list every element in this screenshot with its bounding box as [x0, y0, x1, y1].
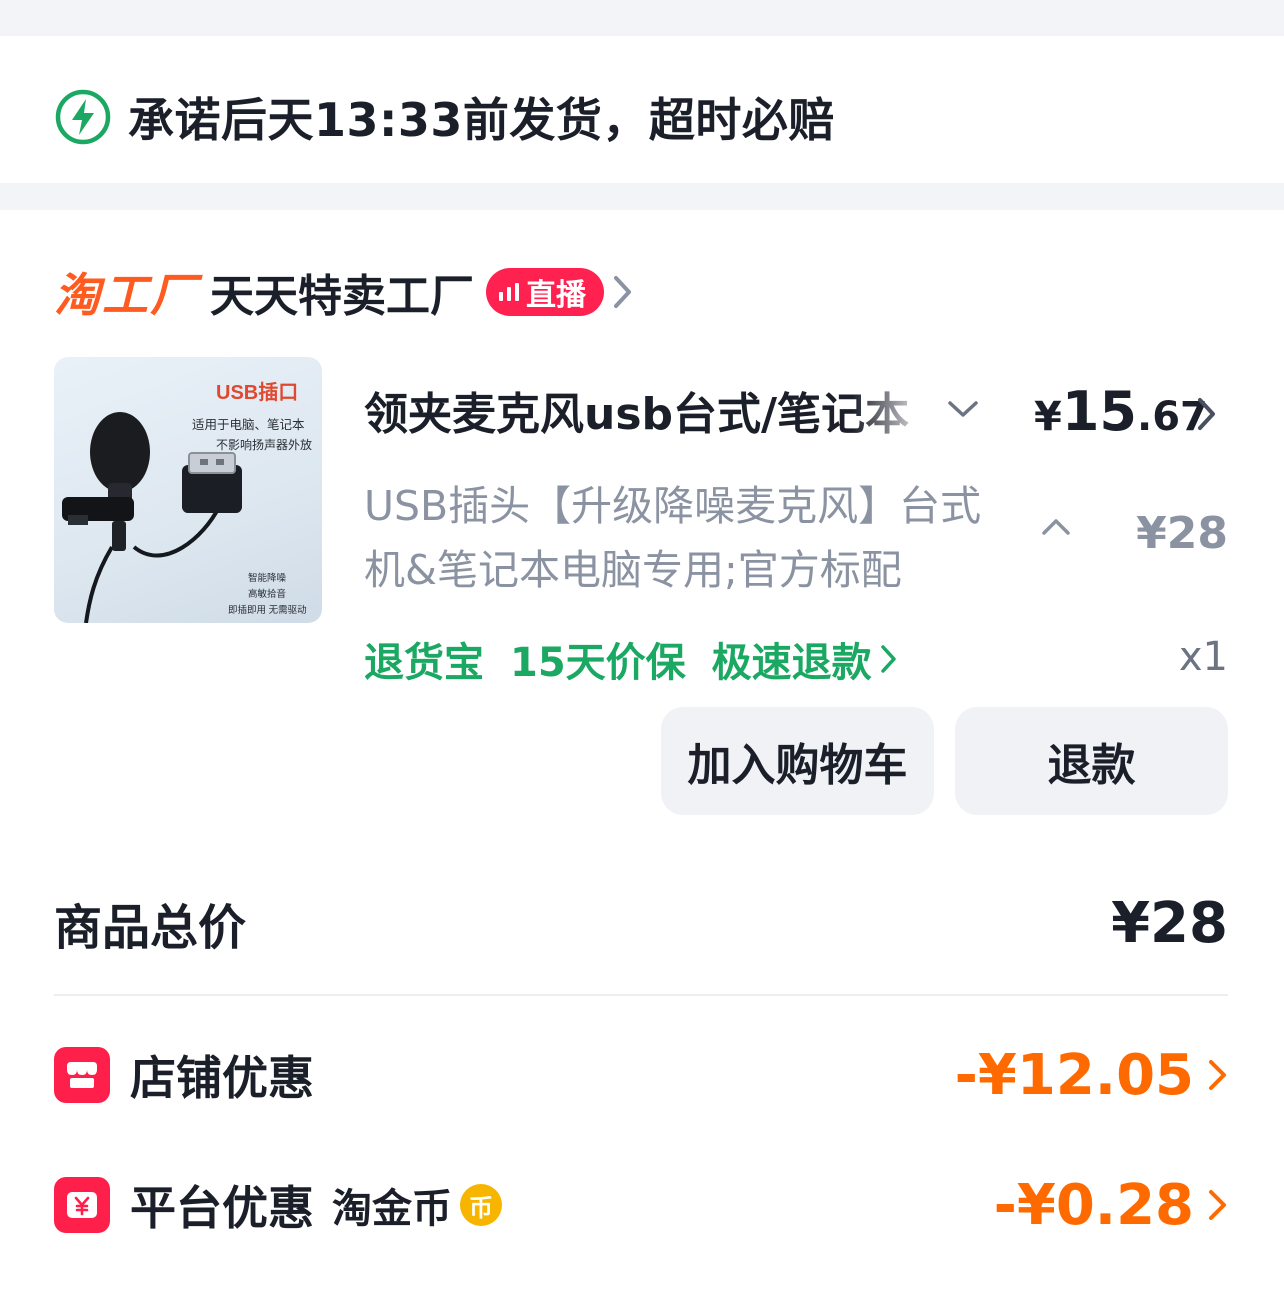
platform-discount-row[interactable]: 平台优惠 淘金币 币 -¥0.28: [54, 1172, 1228, 1238]
lightning-icon: [55, 89, 111, 145]
live-badge-label: 直播: [526, 278, 586, 313]
add-to-cart-button[interactable]: 加入购物车: [661, 707, 934, 815]
service-return-insurance: 退货宝: [364, 640, 484, 686]
store-icon: [54, 1047, 110, 1103]
price-integer: 15: [1061, 380, 1137, 443]
original-price: ¥28: [1136, 508, 1228, 559]
chevron-down-icon[interactable]: [946, 398, 980, 420]
shop-brand-logo: 淘工厂: [54, 268, 198, 322]
refund-button[interactable]: 退款: [955, 707, 1228, 815]
chevron-right-icon[interactable]: [1196, 396, 1218, 432]
chevron-right-icon[interactable]: [1208, 1188, 1228, 1222]
total-price-value: ¥28: [1111, 890, 1228, 956]
chevron-up-icon[interactable]: [1040, 516, 1072, 538]
total-price-row: 商品总价 ¥28: [54, 888, 1228, 958]
shop-discount-value: -¥12.05: [954, 1042, 1194, 1108]
thumb-headline: USB插口: [216, 380, 298, 404]
product-spec[interactable]: USB插头【升级降噪麦克风】台式机&笔记本电脑专用;官方标配: [364, 474, 994, 602]
delivery-promise: 承诺后天13:33前发货，超时必赔: [54, 84, 835, 150]
thumb-line2: 不影响扬声器外放: [216, 437, 312, 452]
shop-discount-row[interactable]: 店铺优惠 -¥12.05: [54, 1042, 1228, 1108]
chevron-right-icon[interactable]: [880, 643, 898, 675]
product-title[interactable]: 领夹麦克风usb台式/笔记本: [364, 378, 932, 442]
chevron-right-icon[interactable]: [612, 274, 634, 310]
shop-name[interactable]: 天天特卖工厂: [210, 260, 474, 324]
delivery-promise-text: 承诺后天13:33前发货，超时必赔: [128, 93, 835, 147]
live-bars-icon: [499, 283, 519, 301]
chevron-right-icon[interactable]: [1208, 1058, 1228, 1092]
total-price-label: 商品总价: [54, 900, 247, 956]
price-symbol: ¥: [1034, 394, 1062, 440]
shop-header[interactable]: 淘工厂 天天特卖工厂 直播: [54, 262, 634, 322]
thumb-line1: 适用于电脑、笔记本: [192, 417, 305, 432]
order-item-card: 淘工厂 天天特卖工厂 直播 USB插口 适用于电脑、笔记本 不影响扬声器外放 智…: [0, 210, 1284, 1294]
product-price: ¥ 15 .67: [1034, 380, 1208, 443]
thumb-foot2: 高敏拾音: [248, 588, 286, 600]
thumb-foot1: 智能降噪: [248, 572, 287, 584]
product-thumbnail[interactable]: USB插口 适用于电脑、笔记本 不影响扬声器外放 智能降噪 高敏拾音 即插即用 …: [54, 357, 322, 623]
service-price-protection: 15天价保: [510, 640, 686, 686]
coin-icon: 币: [460, 1184, 502, 1226]
coupon-icon: [54, 1177, 110, 1233]
shop-discount-label: 店铺优惠: [130, 1051, 314, 1105]
divider: [54, 994, 1228, 996]
quantity: x1: [1178, 634, 1228, 680]
platform-discount-value: -¥0.28: [993, 1172, 1194, 1238]
platform-discount-label: 平台优惠: [130, 1181, 314, 1235]
live-badge[interactable]: 直播: [486, 268, 604, 316]
service-tags[interactable]: 退货宝 15天价保 极速退款: [364, 630, 898, 688]
thumb-foot3: 即插即用 无需驱动: [228, 604, 307, 616]
service-fast-refund: 极速退款: [711, 640, 872, 686]
delivery-promise-card: 承诺后天13:33前发货，超时必赔: [0, 36, 1284, 183]
taojinbi-label: 淘金币: [332, 1186, 452, 1232]
